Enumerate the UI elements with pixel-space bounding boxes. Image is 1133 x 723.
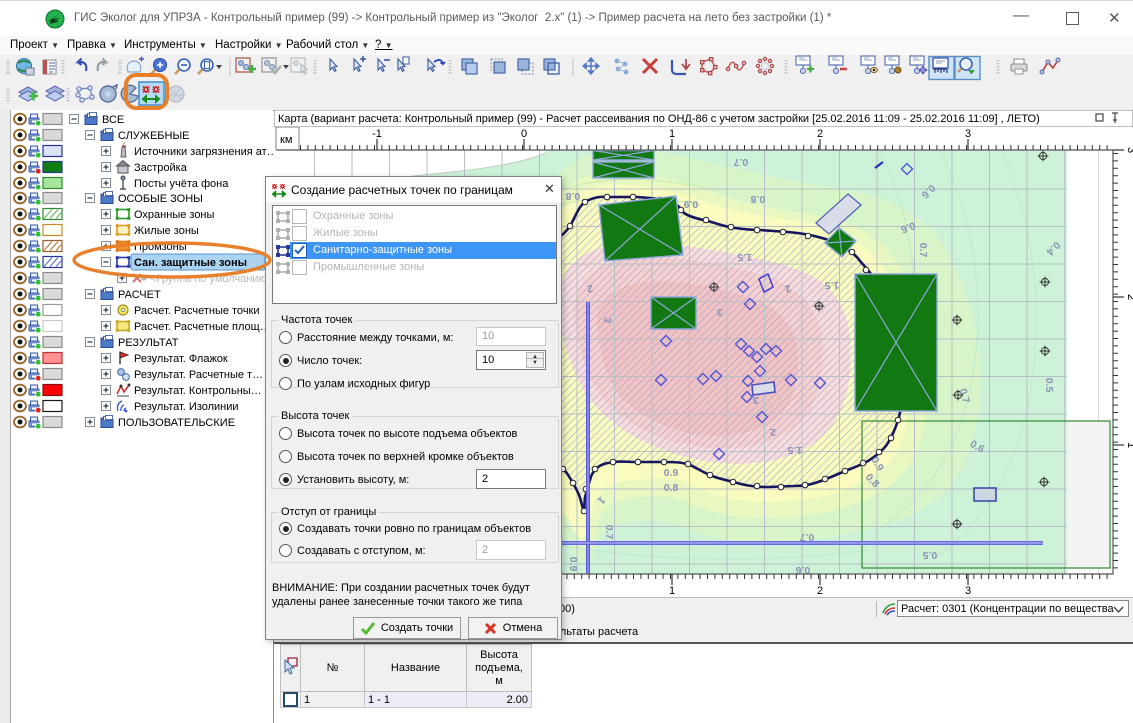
- svg-text:Карта (вариант расчета: Контро: Карта (вариант расчета: Контрольный прим…: [278, 113, 1040, 125]
- svg-text:Результат. Флажок: Результат. Флажок: [134, 353, 228, 365]
- svg-text:РАСЧЕТ: РАСЧЕТ: [118, 289, 161, 301]
- svg-text:Источники загрязнения ат…: Источники загрязнения ат…: [134, 146, 273, 158]
- svg-text:3: 3: [965, 128, 971, 140]
- svg-text:0.9: 0.9: [664, 467, 679, 479]
- svg-text:<Группа по умолчанию>: <Группа по умолчанию>: [150, 273, 273, 285]
- svg-text:0.5: 0.5: [923, 549, 938, 561]
- svg-text:2: 2: [817, 128, 823, 140]
- svg-text:0: 0: [521, 128, 527, 140]
- svg-text:1: 1: [669, 585, 675, 597]
- svg-text:-1: -1: [372, 128, 382, 140]
- svg-text:1: 1: [1125, 442, 1133, 448]
- svg-text:1.5: 1.5: [788, 444, 803, 456]
- svg-text:Расчет. Расчетные площ…: Расчет. Расчетные площ…: [134, 321, 271, 333]
- svg-text:1: 1: [669, 128, 675, 140]
- svg-text:Застройка: Застройка: [134, 162, 188, 174]
- svg-text:0.8: 0.8: [751, 193, 766, 205]
- svg-text:Результат. Изолинии: Результат. Изолинии: [134, 401, 239, 413]
- svg-text:0.9: 0.9: [567, 557, 579, 572]
- svg-text:Охранные зоны: Охранные зоны: [134, 209, 215, 221]
- svg-text:3: 3: [753, 394, 759, 406]
- svg-text:3: 3: [1125, 147, 1133, 153]
- svg-text:СЛУЖЕБНЫЕ: СЛУЖЕБНЫЕ: [118, 130, 190, 142]
- svg-text:Результат. Расчетные т…: Результат. Расчетные т…: [134, 369, 263, 381]
- svg-text:РЕЗУЛЬТАТ: РЕЗУЛЬТАТ: [118, 337, 179, 349]
- svg-text:ПОЛЬЗОВАТЕЛЬСКИЕ: ПОЛЬЗОВАТЕЛЬСКИЕ: [118, 417, 235, 429]
- svg-text:0.7: 0.7: [917, 243, 929, 258]
- svg-text:0.5: 0.5: [1043, 378, 1055, 393]
- svg-text:1.5: 1.5: [738, 251, 753, 263]
- svg-text:3: 3: [965, 585, 971, 597]
- svg-text:2: 2: [770, 426, 776, 438]
- svg-text:Посты учёта фона: Посты учёта фона: [134, 178, 229, 190]
- svg-text:0.9: 0.9: [684, 198, 699, 210]
- svg-text:0.7: 0.7: [603, 525, 615, 540]
- svg-text:Промзоны: Промзоны: [134, 241, 187, 253]
- svg-text:Сан. защитные зоны: Сан. защитные зоны: [134, 257, 247, 269]
- svg-text:Результат. Контрольны…: Результат. Контрольны…: [134, 385, 262, 397]
- svg-text:0.7: 0.7: [800, 531, 815, 543]
- svg-text:0.8: 0.8: [664, 482, 679, 494]
- svg-text:Жилые зоны: Жилые зоны: [134, 225, 199, 237]
- svg-text:0.7: 0.7: [734, 156, 749, 168]
- svg-text:2: 2: [1125, 294, 1133, 300]
- svg-text:ОСОБЫЕ ЗОНЫ: ОСОБЫЕ ЗОНЫ: [118, 193, 203, 205]
- svg-text:км: км: [280, 134, 292, 146]
- svg-text:0.8: 0.8: [566, 190, 581, 202]
- svg-text:Расчет. Расчетные точки: Расчет. Расчетные точки: [134, 305, 260, 317]
- svg-text:1.5: 1.5: [825, 279, 840, 291]
- svg-text:3: 3: [717, 306, 723, 318]
- svg-text:2: 2: [817, 585, 823, 597]
- svg-text:ВСЕ: ВСЕ: [102, 114, 124, 126]
